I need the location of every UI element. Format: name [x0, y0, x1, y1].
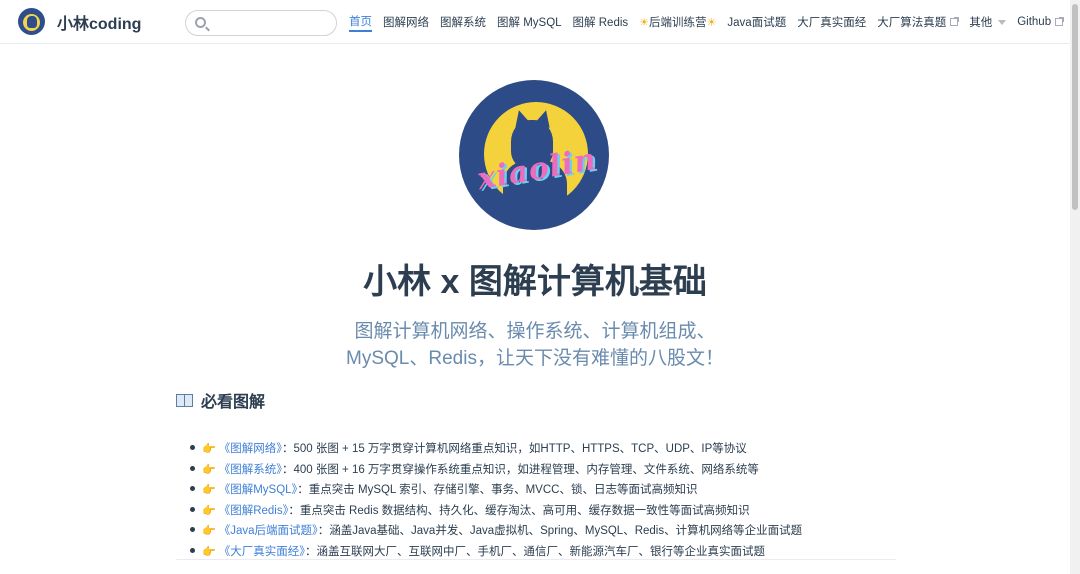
- separator: ：: [297, 484, 309, 496]
- list-item-text: 重点突击 Redis 数据结构、持久化、缓存淘汰、高可用、缓存数据一致性等面试高…: [299, 504, 750, 517]
- nav-item-github[interactable]: Github: [1017, 16, 1065, 28]
- open-book-icon: [176, 393, 193, 407]
- link-mysql-book[interactable]: 《图解MySQL》: [219, 484, 298, 496]
- hero-description: 图解计算机网络、操作系统、计算机组成、 MySQL、Redis，让天下没有难懂的…: [0, 318, 1070, 372]
- link-real-interview[interactable]: 《大厂真实面经》: [219, 546, 305, 558]
- list-item-text: 涵盖Java基础、Java并发、Java虚拟机、Spring、MySQL、Red…: [329, 525, 803, 537]
- site-logo-icon[interactable]: [18, 8, 45, 35]
- pointing-hand-icon: 👉: [202, 484, 216, 496]
- nav-item-redis[interactable]: 图解 Redis: [573, 14, 629, 30]
- list-item: 👉 《图解网络》：500 张图 + 15 万字贯穿计算机网络重点知识，如HTTP、…: [190, 439, 896, 460]
- nav-item-label: 大厂算法真题: [877, 17, 947, 29]
- search-box[interactable]: [185, 10, 337, 36]
- nav-item-algorithm[interactable]: 大厂算法真题: [877, 14, 960, 30]
- navbar: 小林coding 首页 图解网络 图解系统 图解 MySQL 图解 Redis …: [0, 0, 1070, 44]
- nav-item-label: Java面试题: [727, 17, 787, 29]
- nav-item-label: 后端训练营: [649, 17, 707, 29]
- separator: ：: [281, 443, 294, 455]
- list-item: 👉 《图解系统》：400 张图 + 16 万字贯穿操作系统重点知识，如进程管理、内…: [190, 460, 896, 481]
- list-item: 👉 《图解MySQL》：重点突击 MySQL 索引、存储引擎、事务、MVCC、锁、…: [190, 480, 896, 501]
- nav-item-label: Github: [1017, 16, 1052, 28]
- nav-item-label: 图解 MySQL: [497, 17, 562, 29]
- nav-item-real-interview[interactable]: 大厂真实面经: [797, 14, 866, 30]
- site-home-link[interactable]: 小林coding: [18, 8, 141, 35]
- list-item: 👉 《图解Redis》：重点突击 Redis 数据结构、持久化、缓存淘汰、高可用、…: [190, 501, 896, 522]
- separator: ：: [281, 463, 294, 476]
- pointing-hand-icon: 👉: [202, 463, 216, 476]
- scrollbar-thumb[interactable]: [1072, 4, 1078, 210]
- link-system-book[interactable]: 《图解系统》: [219, 464, 282, 476]
- list-item-text: 涵盖互联网大厂、互联网中厂、手机厂、通信厂、新能源汽车厂、银行等企业真实面试题: [316, 545, 765, 558]
- site-name[interactable]: 小林coding: [57, 10, 141, 34]
- nav-item-label: 首页: [349, 15, 372, 28]
- nav-item-label: 图解系统: [440, 17, 486, 29]
- nav-item-label: 其他: [969, 17, 993, 29]
- separator: ：: [304, 545, 317, 558]
- pointing-hand-icon: 👉: [202, 504, 216, 517]
- separator: ：: [288, 504, 300, 517]
- must-read-list: 👉 《图解网络》：500 张图 + 15 万字贯穿计算机网络重点知识，如HTTP、…: [190, 439, 896, 562]
- must-read-section: 必看图解 👉 《图解网络》：500 张图 + 15 万字贯穿计算机网络重点知识，如…: [176, 388, 896, 562]
- pointing-hand-icon: 👉: [202, 443, 216, 455]
- bullet-icon: [190, 445, 195, 451]
- bullet-icon: [190, 506, 195, 512]
- nav-item-label: 图解网络: [383, 17, 429, 29]
- bullet-icon: [190, 486, 195, 492]
- link-redis-book[interactable]: 《图解Redis》: [219, 505, 289, 517]
- list-item-text: 400 张图 + 16 万字贯穿操作系统重点知识，如进程管理、内存管理、文件系统…: [293, 463, 759, 476]
- hero-logo: xiaolin: [459, 80, 609, 230]
- nav-item-other-dropdown[interactable]: 其他: [969, 14, 1007, 30]
- divider: [176, 559, 896, 560]
- nav-item-home[interactable]: 首页: [349, 13, 372, 32]
- external-link-icon: [1055, 17, 1065, 26]
- section-title: 必看图解: [176, 388, 896, 412]
- page-scrollbar[interactable]: [1070, 0, 1080, 574]
- bullet-icon: [190, 527, 195, 533]
- pointing-hand-icon: 👉: [202, 525, 216, 537]
- search-input[interactable]: [212, 14, 330, 32]
- nav-links: 首页 图解网络 图解系统 图解 MySQL 图解 Redis ☀ 后端训练营 ☀…: [349, 0, 1074, 44]
- link-network-book[interactable]: 《图解网络》: [219, 443, 282, 455]
- link-java-interview[interactable]: 《Java后端面试题》: [219, 525, 318, 537]
- chevron-down-icon: [998, 19, 1007, 25]
- nav-item-label: 大厂真实面经: [797, 17, 867, 29]
- separator: ：: [317, 525, 330, 537]
- list-item: 👉 《Java后端面试题》：涵盖Java基础、Java并发、Java虚拟机、Spr…: [190, 521, 896, 542]
- nav-item-label: 图解 Redis: [572, 17, 629, 29]
- external-link-icon: [950, 17, 960, 26]
- nav-item-system[interactable]: 图解系统: [440, 14, 486, 30]
- hero-description-line: 图解计算机网络、操作系统、计算机组成、: [354, 321, 716, 342]
- nav-item-network[interactable]: 图解网络: [383, 14, 429, 30]
- bullet-icon: [190, 547, 195, 553]
- nav-item-java-interview[interactable]: Java面试题: [727, 14, 786, 30]
- list-item-text: 重点突击 MySQL 索引、存储引擎、事务、MVCC、锁、日志等面试高频知识: [308, 484, 698, 496]
- search-icon: [195, 17, 206, 28]
- bullet-icon: [190, 465, 195, 471]
- sun-icon: ☀: [639, 16, 650, 29]
- list-item-text: 500 张图 + 15 万字贯穿计算机网络重点知识，如HTTP、HTTPS、TC…: [293, 443, 747, 455]
- hero-description-line: MySQL、Redis，让天下没有难懂的八股文！: [346, 348, 724, 369]
- nav-item-backend-camp[interactable]: ☀ 后端训练营 ☀: [639, 14, 716, 30]
- sun-icon: ☀: [706, 16, 717, 29]
- nav-item-mysql[interactable]: 图解 MySQL: [497, 14, 562, 30]
- section-title-text: 必看图解: [201, 394, 266, 411]
- hero-title: 小林 x 图解计算机基础: [363, 263, 707, 301]
